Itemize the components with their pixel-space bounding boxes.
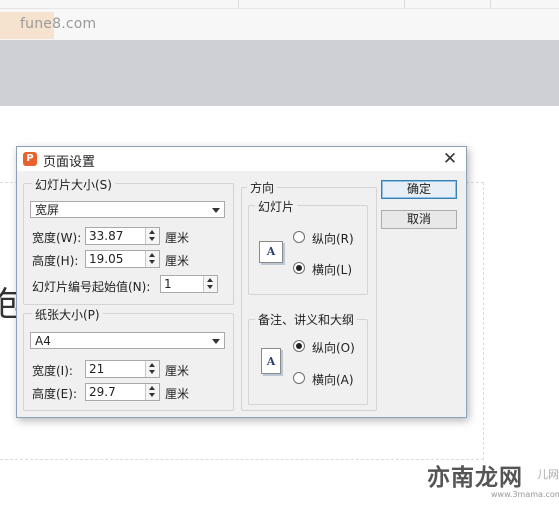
slide-height-value: 19.05 — [89, 252, 124, 266]
cancel-button[interactable]: 取消 — [381, 210, 457, 229]
notes-portrait-label: 纵向(O) — [312, 341, 355, 355]
dialog-title: 页面设置 — [43, 155, 96, 170]
arrow-up-icon[interactable] — [149, 230, 155, 234]
spinner-arrows[interactable] — [145, 384, 159, 400]
portrait-page-icon: A — [261, 348, 281, 374]
slide-height-label: 高度(H): — [32, 254, 79, 268]
slide-width-unit: 厘米 — [165, 231, 190, 245]
notes-portrait-radio[interactable] — [293, 340, 305, 352]
spinner-arrows[interactable] — [145, 361, 159, 377]
slide-size-legend: 幻灯片大小(S) — [32, 176, 115, 193]
ok-button[interactable]: 确定 — [381, 180, 457, 199]
paper-width-field[interactable]: 21 — [85, 360, 160, 378]
app-top-bar: fune8.com — [0, 0, 559, 41]
paper-width-value: 21 — [89, 362, 105, 376]
notes-landscape-label: 横向(A) — [312, 373, 354, 387]
arrow-down-icon[interactable] — [149, 237, 155, 241]
arrow-up-icon[interactable] — [207, 278, 213, 282]
wps-presentation-icon: P — [23, 152, 37, 166]
watermark-text: fune8.com — [20, 16, 97, 32]
tab-divider — [238, 0, 239, 8]
slides-portrait-radio[interactable] — [293, 231, 305, 243]
slides-landscape-label: 横向(L) — [312, 263, 353, 277]
arrow-down-icon[interactable] — [149, 370, 155, 374]
chevron-down-icon — [212, 208, 220, 213]
slide-height-unit: 厘米 — [165, 254, 190, 268]
paper-height-value: 29.7 — [89, 385, 116, 399]
spinner-arrows[interactable] — [145, 251, 159, 267]
tab-strip — [0, 0, 559, 9]
notes-landscape-radio[interactable] — [293, 372, 305, 384]
start-number-value: 1 — [164, 277, 172, 291]
start-number-field[interactable]: 1 — [160, 275, 218, 293]
spinner-arrows[interactable] — [203, 276, 217, 292]
notes-orientation-legend: 备注、讲义和大纲 — [255, 311, 358, 328]
slide-size-select[interactable]: 宽屏 — [30, 201, 225, 218]
chevron-down-icon — [212, 339, 220, 344]
paper-size-value: A4 — [35, 334, 51, 348]
arrow-down-icon[interactable] — [149, 393, 155, 397]
paper-width-label: 宽度(I): — [32, 364, 73, 378]
paper-height-label: 高度(E): — [32, 387, 77, 401]
toolbar-area — [0, 40, 559, 106]
tab-divider — [404, 0, 405, 8]
slide-width-field[interactable]: 33.87 — [85, 227, 160, 245]
watermark-logo: 亦南龙网 — [427, 465, 523, 491]
tab-divider — [490, 0, 491, 8]
spinner-arrows[interactable] — [145, 228, 159, 244]
watermark-partial: 儿网 — [537, 468, 559, 481]
slides-portrait-label: 纵向(R) — [312, 232, 354, 246]
arrow-up-icon[interactable] — [149, 386, 155, 390]
paper-width-unit: 厘米 — [165, 364, 190, 378]
arrow-down-icon[interactable] — [207, 285, 213, 289]
arrow-down-icon[interactable] — [149, 260, 155, 264]
dialog-titlebar: P 页面设置 ✕ — [17, 147, 466, 171]
page-setup-dialog: P 页面设置 ✕ 幻灯片大小(S) 宽屏 宽度(W): 33.87 厘米 高度(… — [16, 146, 467, 418]
paper-size-select[interactable]: A4 — [30, 332, 225, 349]
slide-size-value: 宽屏 — [35, 203, 60, 217]
paper-height-field[interactable]: 29.7 — [85, 383, 160, 401]
landscape-page-icon: A — [259, 241, 283, 263]
watermark-url: www.3mama.com — [491, 490, 559, 499]
paper-size-legend: 纸张大小(P) — [32, 306, 103, 323]
slide-width-label: 宽度(W): — [32, 231, 82, 245]
start-number-label: 幻灯片编号起始值(N): — [32, 280, 151, 294]
arrow-up-icon[interactable] — [149, 253, 155, 257]
slides-landscape-radio[interactable] — [293, 262, 305, 274]
slide-height-field[interactable]: 19.05 — [85, 250, 160, 268]
orientation-legend: 方向 — [247, 179, 278, 196]
slide-width-value: 33.87 — [89, 229, 124, 243]
paper-height-unit: 厘米 — [165, 387, 190, 401]
arrow-up-icon[interactable] — [149, 363, 155, 367]
slides-orientation-legend: 幻灯片 — [255, 198, 298, 215]
close-button[interactable]: ✕ — [440, 149, 460, 169]
